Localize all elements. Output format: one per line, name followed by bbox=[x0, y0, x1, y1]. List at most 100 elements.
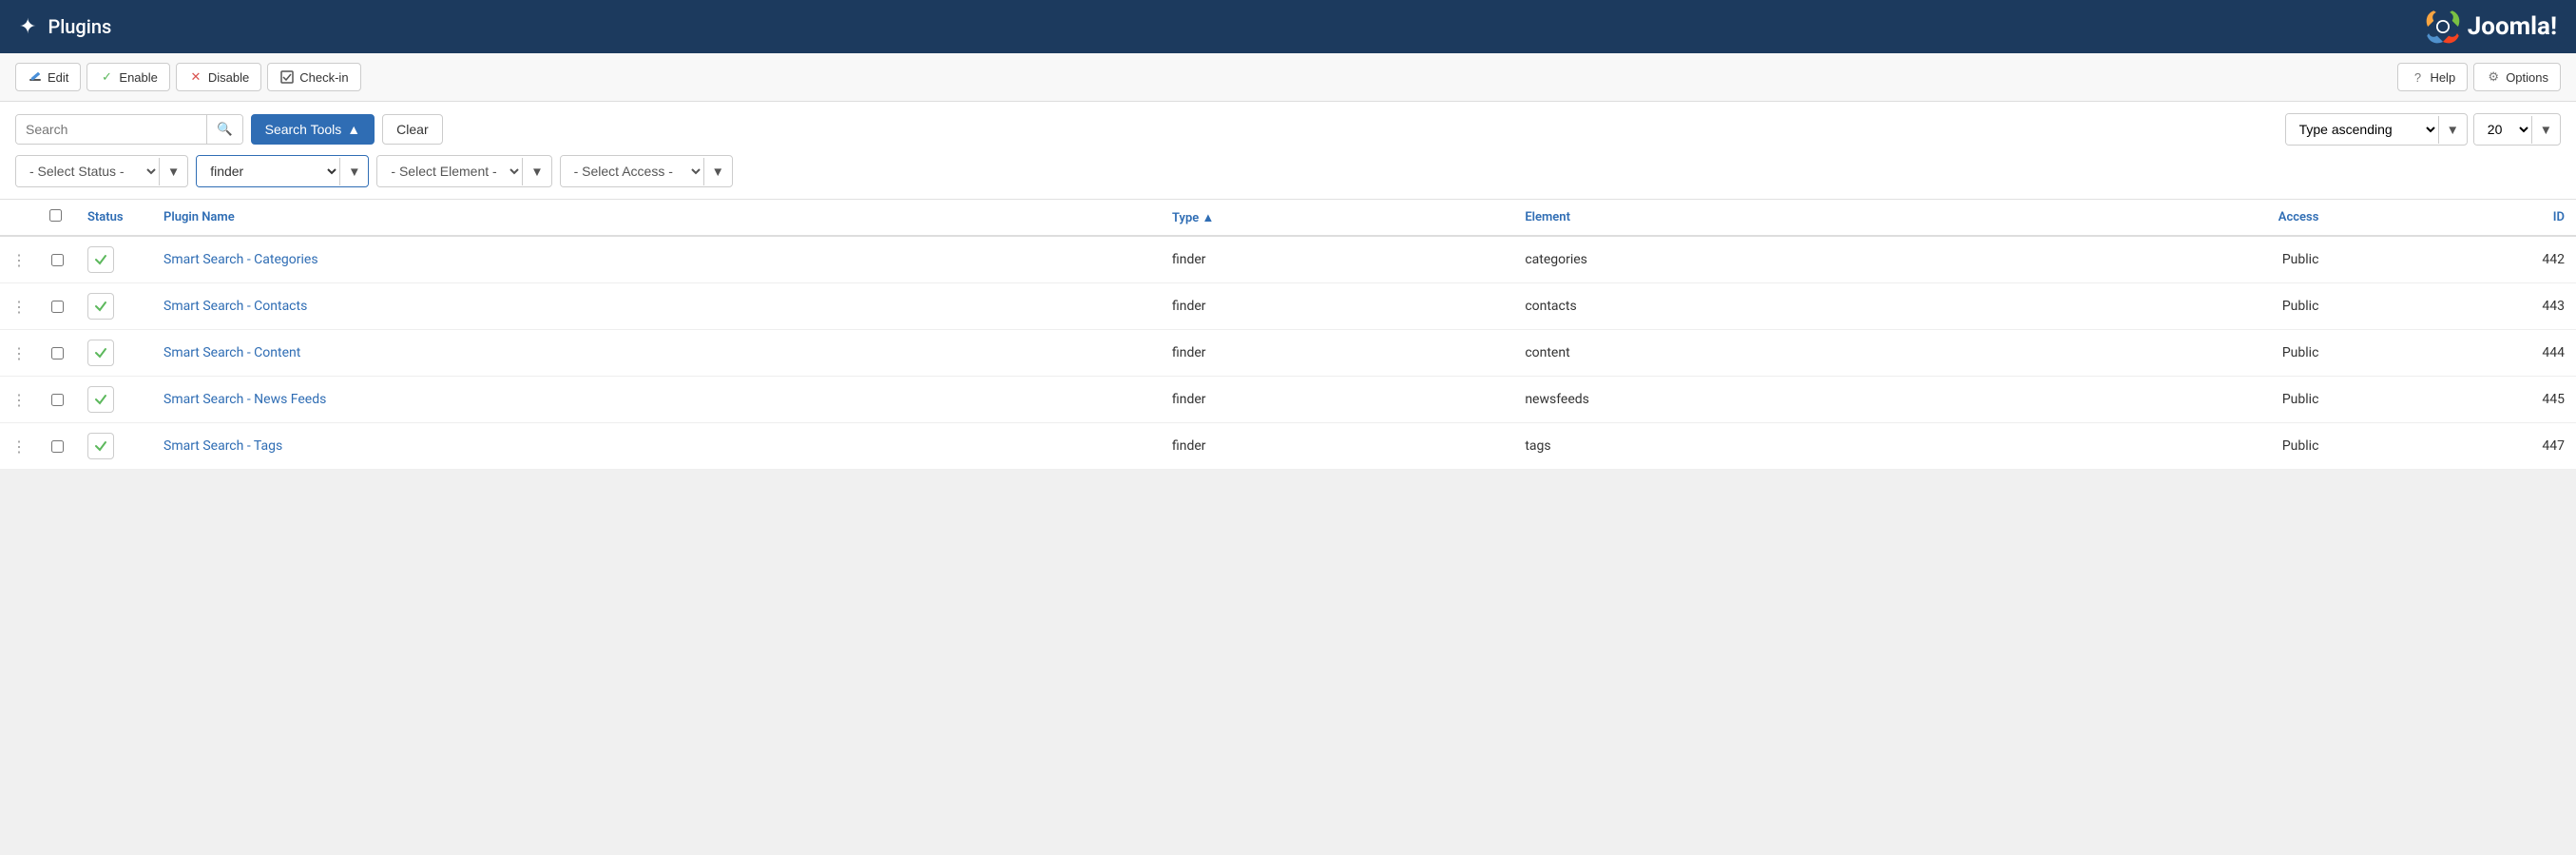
row-order-handle[interactable]: ⋮ bbox=[0, 423, 38, 470]
per-page-dropdown-button[interactable]: ▼ bbox=[2531, 116, 2560, 144]
row-access: Public bbox=[1987, 330, 2331, 377]
status-enabled-icon[interactable] bbox=[87, 433, 114, 459]
status-filter-dropdown-button[interactable]: ▼ bbox=[159, 158, 187, 185]
col-header-order bbox=[0, 200, 38, 236]
row-checkbox[interactable] bbox=[51, 440, 64, 453]
table-container: Status Plugin Name Type ▲ Element Access… bbox=[0, 200, 2576, 470]
element-filter-select[interactable]: finder bbox=[197, 156, 339, 186]
col-status-label: Status bbox=[87, 210, 124, 224]
row-id: 447 bbox=[2330, 423, 2576, 470]
access-filter-select[interactable]: - Select Access - bbox=[561, 156, 703, 186]
col-header-id[interactable]: ID bbox=[2330, 200, 2576, 236]
search-row1: 🔍 Search Tools ▲ Clear Type ascending ▼ bbox=[15, 113, 2561, 146]
status-enabled-icon[interactable] bbox=[87, 340, 114, 366]
row-type: finder bbox=[1161, 236, 1513, 283]
search-row1-left: 🔍 Search Tools ▲ Clear bbox=[15, 114, 443, 145]
sort-dropdown-button[interactable]: ▼ bbox=[2438, 116, 2467, 144]
row-checkbox-cell bbox=[38, 423, 76, 470]
select-element-filter-dropdown-button[interactable]: ▼ bbox=[522, 158, 550, 185]
joomla-logo-text: Joomla! bbox=[2468, 12, 2557, 41]
plugin-name-link[interactable]: Smart Search - Tags bbox=[163, 438, 282, 454]
select-element-filter-select[interactable]: - Select Element - bbox=[377, 156, 522, 186]
row-type: finder bbox=[1161, 377, 1513, 423]
sort-select[interactable]: Type ascending bbox=[2286, 114, 2438, 145]
col-header-type[interactable]: Type ▲ bbox=[1161, 200, 1513, 236]
row-order-handle[interactable]: ⋮ bbox=[0, 236, 38, 283]
row-order-handle[interactable]: ⋮ bbox=[0, 330, 38, 377]
edit-label: Edit bbox=[48, 70, 68, 85]
plugin-name-link[interactable]: Smart Search - Content bbox=[163, 345, 300, 360]
col-header-plugin-name[interactable]: Plugin Name bbox=[152, 200, 1161, 236]
joomla-logo: Joomla! bbox=[2422, 6, 2557, 48]
row-checkbox[interactable] bbox=[51, 347, 64, 359]
per-page-select[interactable]: 20 bbox=[2474, 114, 2531, 145]
toolbar: Edit ✓ Enable ✕ Disable Check-in ? Help … bbox=[0, 53, 2576, 102]
row-access: Public bbox=[1987, 423, 2331, 470]
enable-label: Enable bbox=[119, 70, 157, 85]
element-filter-wrapper: finder ▼ bbox=[196, 155, 369, 187]
disable-label: Disable bbox=[208, 70, 249, 85]
row-type: finder bbox=[1161, 423, 1513, 470]
select-all-checkbox[interactable] bbox=[49, 209, 62, 222]
element-filter-dropdown-button[interactable]: ▼ bbox=[339, 158, 368, 185]
row-id: 445 bbox=[2330, 377, 2576, 423]
table-row: ⋮ Smart Search - Categories finder categ… bbox=[0, 236, 2576, 283]
col-access-label: Access bbox=[2278, 210, 2319, 224]
clear-button[interactable]: Clear bbox=[382, 114, 442, 145]
joomla-logo-svg bbox=[2422, 6, 2464, 48]
options-button[interactable]: ⚙ Options bbox=[2473, 63, 2561, 91]
status-filter-dropdown-icon: ▼ bbox=[167, 165, 180, 179]
header: ✦ Plugins Joomla! bbox=[0, 0, 2576, 53]
per-page-dropdown-icon: ▼ bbox=[2540, 123, 2552, 137]
help-button[interactable]: ? Help bbox=[2397, 63, 2468, 91]
status-enabled-icon[interactable] bbox=[87, 293, 114, 320]
search-icon-button[interactable]: 🔍 bbox=[206, 115, 242, 144]
row-order-handle[interactable]: ⋮ bbox=[0, 377, 38, 423]
row-status bbox=[76, 330, 152, 377]
table-header-row: Status Plugin Name Type ▲ Element Access… bbox=[0, 200, 2576, 236]
checkin-label: Check-in bbox=[299, 70, 348, 85]
col-type-label: Type ▲ bbox=[1172, 211, 1214, 225]
plugin-name-link[interactable]: Smart Search - Categories bbox=[163, 252, 318, 267]
col-header-element[interactable]: Element bbox=[1513, 200, 1986, 236]
status-filter-wrapper: - Select Status - ▼ bbox=[15, 155, 188, 187]
sort-select-wrapper: Type ascending ▼ bbox=[2285, 113, 2468, 146]
row-plugin-name: Smart Search - Categories bbox=[152, 236, 1161, 283]
row-checkbox[interactable] bbox=[51, 254, 64, 266]
col-plugin-name-label: Plugin Name bbox=[163, 210, 235, 224]
row-type: finder bbox=[1161, 283, 1513, 330]
row-checkbox-cell bbox=[38, 330, 76, 377]
col-header-status[interactable]: Status bbox=[76, 200, 152, 236]
access-filter-dropdown-button[interactable]: ▼ bbox=[703, 158, 732, 185]
edit-button[interactable]: Edit bbox=[15, 63, 81, 91]
disable-button[interactable]: ✕ Disable bbox=[176, 63, 261, 91]
plugins-table: Status Plugin Name Type ▲ Element Access… bbox=[0, 200, 2576, 470]
access-filter-wrapper: - Select Access - ▼ bbox=[560, 155, 733, 187]
row-plugin-name: Smart Search - Content bbox=[152, 330, 1161, 377]
status-enabled-icon[interactable] bbox=[87, 246, 114, 273]
row-checkbox[interactable] bbox=[51, 394, 64, 406]
header-left: ✦ Plugins bbox=[19, 15, 111, 39]
row-status bbox=[76, 236, 152, 283]
table-row: ⋮ Smart Search - Contacts finder contact… bbox=[0, 283, 2576, 330]
enable-button[interactable]: ✓ Enable bbox=[87, 63, 169, 91]
row-order-handle[interactable]: ⋮ bbox=[0, 283, 38, 330]
row-plugin-name: Smart Search - Contacts bbox=[152, 283, 1161, 330]
row-id: 444 bbox=[2330, 330, 2576, 377]
status-filter-select[interactable]: - Select Status - bbox=[16, 156, 159, 186]
plugin-name-link[interactable]: Smart Search - Contacts bbox=[163, 299, 307, 314]
row-element: tags bbox=[1513, 423, 1986, 470]
help-label: Help bbox=[2430, 70, 2455, 85]
options-icon: ⚙ bbox=[2486, 69, 2501, 85]
row-checkbox[interactable] bbox=[51, 301, 64, 313]
table-row: ⋮ Smart Search - News Feeds finder newsf… bbox=[0, 377, 2576, 423]
search-input[interactable] bbox=[16, 115, 206, 144]
checkin-button[interactable]: Check-in bbox=[267, 63, 360, 91]
search-tools-button[interactable]: Search Tools ▲ bbox=[251, 114, 375, 145]
row-checkbox-cell bbox=[38, 236, 76, 283]
col-header-access[interactable]: Access bbox=[1987, 200, 2331, 236]
status-enabled-icon[interactable] bbox=[87, 386, 114, 413]
plugins-icon: ✦ bbox=[19, 15, 36, 39]
plugin-name-link[interactable]: Smart Search - News Feeds bbox=[163, 392, 326, 407]
row-checkbox-cell bbox=[38, 283, 76, 330]
